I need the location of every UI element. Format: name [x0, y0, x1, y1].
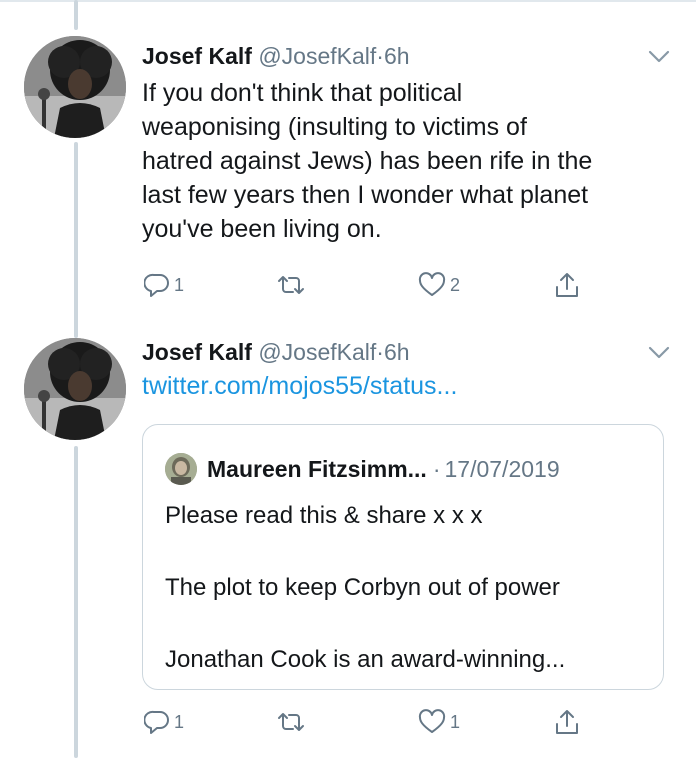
reply-icon — [144, 710, 169, 734]
thread-line-middle — [74, 142, 78, 338]
retweet-icon — [278, 713, 304, 731]
avatar-image — [24, 36, 126, 138]
quoted-tweet[interactable]: Maureen Fitzsimm... · 17/07/2019 Please … — [142, 424, 664, 690]
like-count: 1 — [450, 711, 461, 732]
tweet-text-line: last few years then I wonder what planet — [142, 181, 589, 209]
tweet-header: Josef Kalf @JosefKalf·6h — [142, 338, 410, 366]
share-icon — [556, 710, 578, 734]
tweet-actions: 1 2 — [142, 268, 612, 302]
quoted-date: 17/07/2019 — [444, 456, 560, 482]
retweet-icon — [278, 276, 304, 294]
chevron-down-icon[interactable] — [648, 346, 670, 360]
separator-dot: · — [376, 43, 384, 69]
reply-button[interactable]: 1 — [144, 268, 184, 302]
reply-count: 1 — [174, 274, 185, 295]
like-count: 2 — [450, 274, 461, 295]
share-button[interactable] — [554, 268, 580, 302]
author-handle[interactable]: @JosefKalf — [258, 43, 376, 69]
tweet-link[interactable]: twitter.com/mojos55/status... — [142, 370, 457, 402]
thread-line-top — [74, 0, 78, 30]
chevron-down-icon[interactable] — [648, 50, 670, 64]
reply-button[interactable]: 1 — [144, 705, 184, 739]
tweet-text: If you don't think that political weapon… — [142, 76, 672, 246]
share-button[interactable] — [554, 705, 580, 739]
author-handle[interactable]: @JosefKalf — [258, 339, 376, 365]
retweet-button[interactable] — [276, 268, 310, 302]
like-button[interactable]: 1 — [418, 705, 460, 739]
like-icon — [418, 709, 446, 733]
quoted-avatar-image — [165, 453, 197, 485]
like-icon — [418, 272, 446, 296]
like-button[interactable]: 2 — [418, 268, 460, 302]
quoted-avatar — [165, 453, 197, 485]
share-icon — [556, 273, 578, 297]
quoted-text-line: Please read this & share x x x — [165, 502, 483, 529]
quoted-author-name: Maureen Fitzsimm... — [207, 456, 427, 482]
tweet-header: Josef Kalf @JosefKalf·6h — [142, 42, 410, 70]
reply-icon — [144, 273, 169, 297]
quoted-text-line: The plot to keep Corbyn out of power — [165, 574, 560, 601]
tweet-time[interactable]: 6h — [384, 339, 410, 365]
author-name[interactable]: Josef Kalf — [142, 339, 252, 365]
tweet-actions: 1 1 — [142, 705, 612, 739]
tweet-text-line: hatred against Jews) has been rife in th… — [142, 147, 593, 175]
quoted-tweet-header: Maureen Fitzsimm... · 17/07/2019 — [165, 453, 560, 485]
quoted-text-line: Jonathan Cook is an award-winning... — [165, 646, 566, 673]
avatar[interactable] — [24, 338, 126, 440]
tweet-text-line: you've been living on. — [142, 215, 382, 243]
avatar-image — [24, 338, 126, 440]
separator-dot: · — [432, 456, 441, 482]
avatar[interactable] — [24, 36, 126, 138]
reply-count: 1 — [174, 711, 185, 732]
tweet-text-line: weaponising (insulting to victims of — [142, 113, 527, 141]
thread-line-bottom — [74, 446, 78, 758]
top-divider — [0, 0, 696, 2]
retweet-button[interactable] — [276, 705, 310, 739]
tweet-text-line: If you don't think that political — [142, 79, 463, 107]
tweet-time[interactable]: 6h — [384, 43, 410, 69]
separator-dot: · — [376, 339, 384, 365]
author-name[interactable]: Josef Kalf — [142, 43, 252, 69]
